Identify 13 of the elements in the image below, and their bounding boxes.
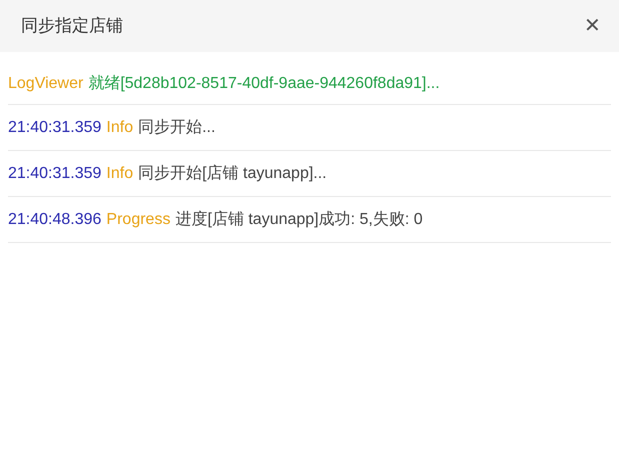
close-button[interactable]: ✕ — [584, 16, 601, 36]
log-message: 同步开始... — [138, 118, 216, 138]
log-message: 进度[店铺 tayunapp]成功: 5,失败: 0 — [175, 210, 423, 230]
log-status: 就绪[5d28b102-8517-40df-9aae-944260f8da91]... — [88, 74, 440, 94]
dialog-title: 同步指定店铺 — [21, 15, 123, 38]
log-level: Info — [106, 164, 134, 184]
log-time: 21:40:48.396 — [8, 210, 102, 230]
log-source: LogViewer — [8, 74, 84, 94]
log-time: 21:40:31.359 — [8, 164, 102, 184]
log-level: Progress — [106, 210, 170, 230]
log-time: 21:40:31.359 — [8, 118, 102, 138]
log-message: 同步开始[店铺 tayunapp]... — [138, 164, 327, 184]
log-level: Info — [106, 118, 134, 138]
